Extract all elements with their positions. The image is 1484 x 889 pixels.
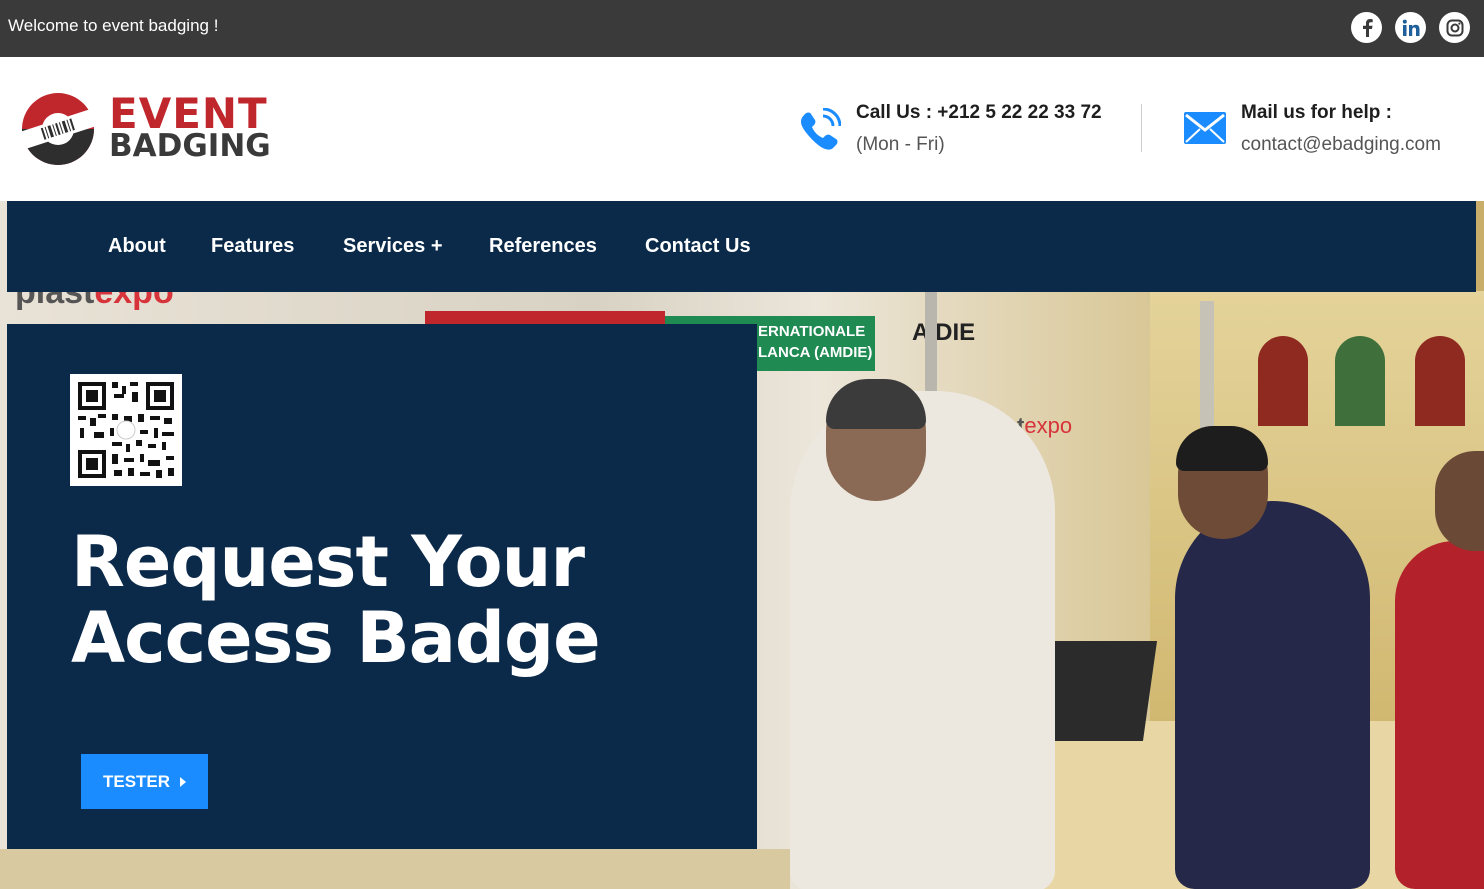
call-hours: (Mon - Fri) <box>856 134 945 155</box>
photo-aidie-text: A DIE <box>912 319 976 346</box>
nav-item-about[interactable]: About <box>108 235 166 258</box>
logo-mark-icon <box>12 93 98 165</box>
expo-word: expo <box>1024 413 1073 438</box>
hero-headline: Request Your Access Badge <box>71 521 601 679</box>
logo-text-badging: BADGING <box>109 128 271 164</box>
photo-arch <box>1335 336 1385 426</box>
top-bar: Welcome to event badging ! <box>0 0 1484 57</box>
photo-arch <box>1415 336 1465 426</box>
call-us-label: Call Us : +212 5 22 22 33 72 <box>856 102 1102 123</box>
qr-code-image <box>70 374 182 486</box>
instagram-icon[interactable] <box>1439 12 1470 43</box>
headline-line-2: Access Badge <box>71 597 601 679</box>
photo-person <box>1395 541 1484 889</box>
phone-icon <box>801 108 841 150</box>
event-badging-logo[interactable]: EVENT BADGING <box>12 89 272 169</box>
photo-person <box>1175 501 1370 889</box>
nav-item-contact[interactable]: Contact Us <box>645 235 751 258</box>
photo-person-hair <box>826 379 926 429</box>
photo-arch <box>1258 336 1308 426</box>
caret-right-icon <box>180 776 187 787</box>
mail-icon <box>1184 112 1226 144</box>
welcome-text: Welcome to event badging ! <box>8 16 219 35</box>
photo-bottom-strip <box>0 849 790 889</box>
mail-us-label: Mail us for help : <box>1241 102 1392 123</box>
facebook-icon[interactable] <box>1351 12 1382 43</box>
nav-item-services[interactable]: Services + <box>343 235 443 258</box>
linkedin-icon[interactable] <box>1395 12 1426 43</box>
tester-button[interactable]: TESTER <box>81 754 208 809</box>
tester-button-label: TESTER <box>102 771 171 791</box>
photo-banner-text: ERNATIONALE LANCA (AMDIE) <box>758 323 873 361</box>
hero-card: Request Your Access Badge TESTER <box>7 324 757 849</box>
header-divider <box>1141 104 1142 152</box>
site-header: EVENT BADGING Call Us : +212 5 22 22 33 … <box>0 57 1484 201</box>
nav-item-features[interactable]: Features <box>211 235 294 258</box>
qr-code-icon <box>70 374 182 486</box>
headline-line-1: Request Your <box>71 521 585 603</box>
main-navigation: About Features Services + References Con… <box>7 201 1476 292</box>
nav-item-references[interactable]: References <box>489 235 597 258</box>
email-link[interactable]: contact@ebadging.com <box>1241 134 1441 156</box>
